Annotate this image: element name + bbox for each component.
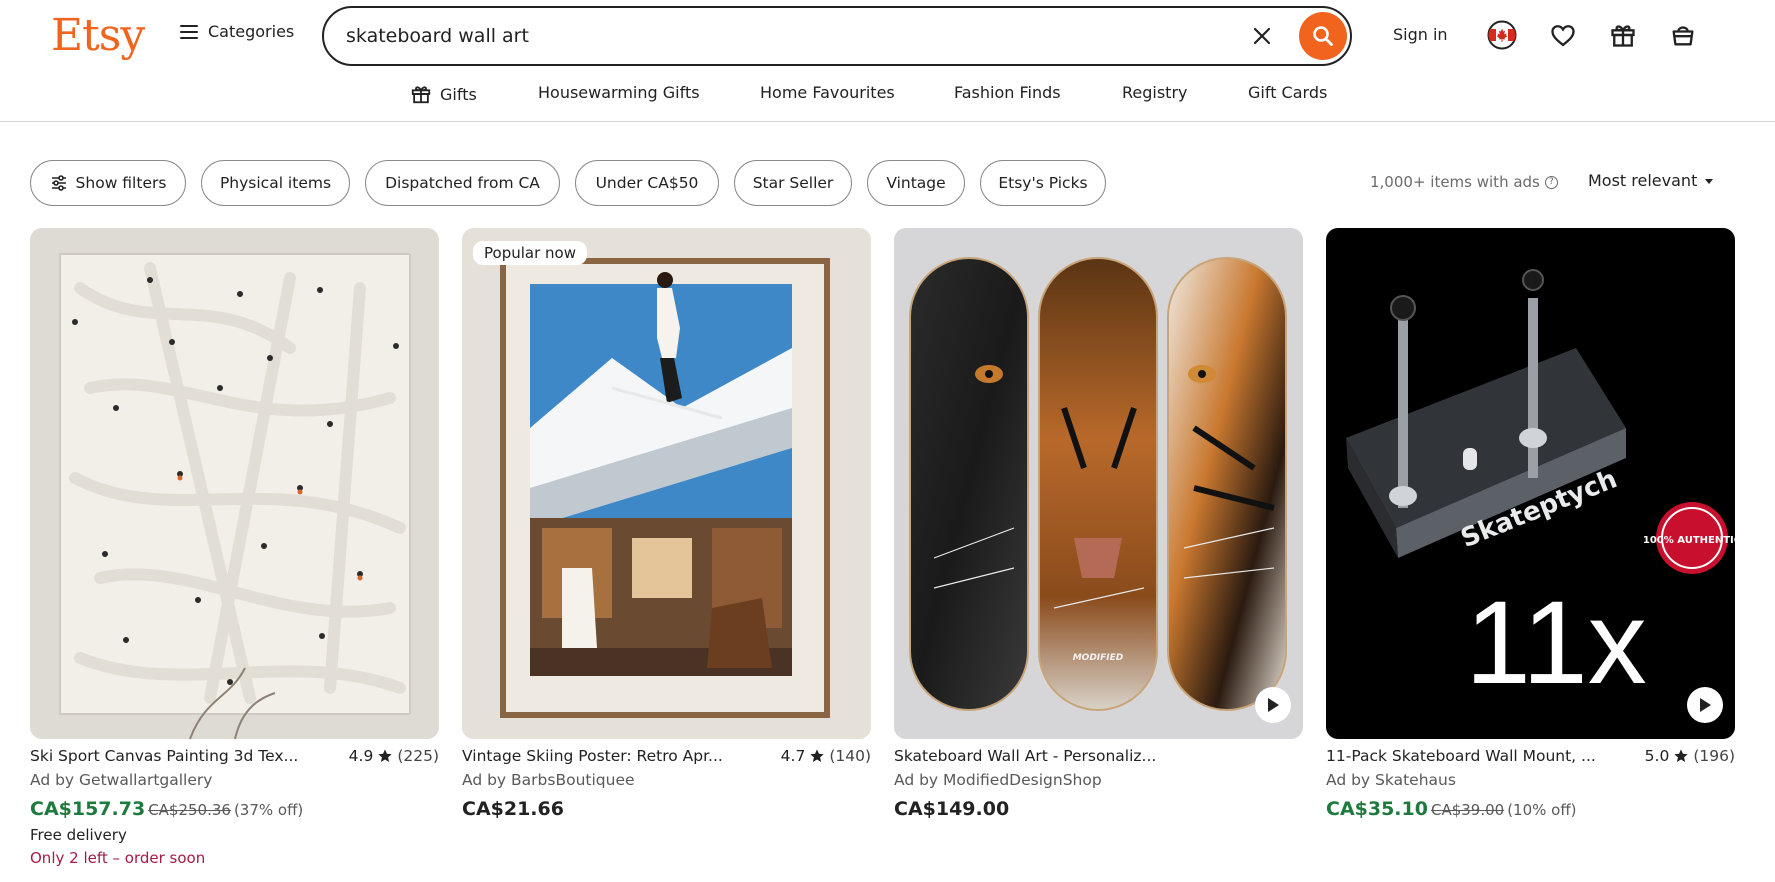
pack-count-text: 11x	[1465, 577, 1647, 709]
rating: 5.0 (196)	[1645, 747, 1735, 765]
ski-poster-image	[462, 228, 871, 739]
original-price: CA$250.36	[148, 801, 231, 819]
filter-chip-vintage[interactable]: Vintage	[867, 160, 965, 206]
shop-name[interactable]: Ad by Skatehaus	[1326, 771, 1735, 789]
price-row: CA$21.66	[462, 798, 871, 820]
price: CA$21.66	[462, 798, 564, 820]
header-divider	[0, 121, 1775, 122]
play-icon	[1268, 698, 1279, 712]
star-icon	[378, 749, 392, 762]
nav-item-housewarming-gifts[interactable]: Housewarming Gifts	[538, 83, 700, 102]
sort-label: Most relevant	[1588, 171, 1698, 190]
categories-button[interactable]: Categories	[180, 22, 294, 41]
rating-value: 5.0	[1644, 747, 1670, 765]
nav-item-fashion-finds[interactable]: Fashion Finds	[954, 83, 1061, 102]
sale-price: CA$157.73	[30, 798, 146, 820]
shop-name[interactable]: Ad by BarbsBoutiquee	[462, 771, 871, 789]
listing-title[interactable]: Skateboard Wall Art - Personaliz...	[894, 747, 1156, 765]
search-input[interactable]	[346, 16, 1226, 56]
listing-card[interactable]: Popular now Vintage Skiing Poster: Retro…	[462, 228, 871, 820]
price-row: CA$35.10 CA$39.00 (10% off)	[1326, 798, 1735, 820]
menu-icon	[180, 24, 198, 39]
listing-title[interactable]: 11-Pack Skateboard Wall Mount, ...	[1326, 747, 1596, 765]
wall-mount-image: Skateptych 11x 100% AUTHENTIC	[1326, 228, 1735, 739]
review-count: (225)	[397, 747, 439, 765]
filter-chip-physical-items[interactable]: Physical items	[201, 160, 350, 206]
heart-icon[interactable]	[1547, 19, 1579, 51]
listing-image[interactable]: Popular now	[462, 228, 871, 739]
results-count: 1,000+ items with ads ?	[1370, 173, 1558, 191]
shop-name[interactable]: Ad by ModifiedDesignShop	[894, 771, 1303, 789]
category-nav: Gifts Housewarming Gifts Home Favourites…	[0, 80, 1775, 106]
price: CA$149.00	[894, 798, 1010, 820]
discount-label: (10% off)	[1507, 801, 1577, 819]
shipping-label: Free delivery	[30, 826, 127, 844]
listing-image[interactable]: MODIFIED	[894, 228, 1303, 739]
help-icon[interactable]: ?	[1544, 175, 1558, 189]
seal-text: 100% AUTHENTIC	[1643, 535, 1735, 546]
play-button[interactable]	[1255, 687, 1291, 723]
review-count: (140)	[829, 747, 871, 765]
rating-value: 4.9	[348, 747, 374, 765]
filter-chip-etsys-picks[interactable]: Etsy's Picks	[980, 160, 1106, 206]
filter-chip-under-ca50[interactable]: Under CA$50	[575, 160, 719, 206]
price-row: CA$149.00	[894, 798, 1303, 820]
show-filters-button[interactable]: Show filters	[30, 160, 186, 206]
discount-label: (37% off)	[233, 801, 304, 819]
shop-name[interactable]: Ad by Getwallartgallery	[30, 771, 439, 789]
popular-now-badge: Popular now	[473, 241, 587, 265]
nav-item-home-favourites[interactable]: Home Favourites	[760, 83, 895, 102]
filter-chip-dispatched-from-ca[interactable]: Dispatched from CA	[365, 160, 560, 206]
search-icon	[1313, 26, 1333, 46]
nav-item-label: Gifts	[440, 84, 477, 104]
original-price: CA$39.00	[1430, 801, 1505, 819]
nav-item-gifts[interactable]: Gifts	[410, 83, 477, 105]
rating: 4.7 (140)	[781, 747, 871, 765]
nav-item-registry[interactable]: Registry	[1122, 83, 1188, 102]
gift-icon[interactable]	[1607, 19, 1639, 51]
sale-price: CA$35.10	[1326, 798, 1428, 820]
price-row: CA$157.73 CA$250.36 (37% off)	[30, 798, 439, 820]
filter-chip-star-seller[interactable]: Star Seller	[734, 160, 852, 206]
sign-in-link[interactable]: Sign in	[1393, 25, 1448, 44]
rating: 4.9 (225)	[349, 747, 439, 765]
play-button[interactable]	[1687, 687, 1723, 723]
star-icon	[810, 749, 824, 762]
caret-down-icon	[1705, 179, 1714, 184]
listing-title[interactable]: Ski Sport Canvas Painting 3d Tex...	[30, 747, 298, 765]
listing-card[interactable]: MODIFIED Skateboard Wall Art - Personali…	[894, 228, 1303, 820]
results-count-label: 1,000+ items with ads	[1370, 173, 1540, 191]
deck-brand-text: MODIFIED	[1073, 653, 1124, 663]
tiger-skateboards-image: MODIFIED	[894, 228, 1303, 739]
listing-title[interactable]: Vintage Skiing Poster: Retro Apr...	[462, 747, 723, 765]
nav-item-gift-cards[interactable]: Gift Cards	[1248, 83, 1327, 102]
categories-label: Categories	[208, 22, 295, 41]
play-icon	[1700, 698, 1711, 712]
show-filters-label: Show filters	[75, 174, 167, 192]
search-button[interactable]	[1299, 12, 1347, 60]
rating-value: 4.7	[780, 747, 806, 765]
search-bar	[322, 6, 1352, 66]
listing-card[interactable]: Ski Sport Canvas Painting 3d Tex... 4.9 …	[30, 228, 439, 867]
sort-dropdown[interactable]: Most relevant	[1588, 171, 1714, 190]
review-count: (196)	[1693, 747, 1735, 765]
close-icon[interactable]	[1250, 24, 1274, 48]
shopping-bag-icon[interactable]	[1667, 19, 1699, 51]
filter-sliders-icon	[51, 175, 66, 191]
stock-warning: Only 2 left – order soon	[30, 849, 206, 867]
canada-flag-icon[interactable]	[1486, 19, 1518, 51]
etsy-logo[interactable]: Etsy	[51, 6, 145, 66]
listing-image[interactable]	[30, 228, 439, 739]
listing-card[interactable]: Skateptych 11x 100% AUTHENTIC 11-Pack Sk…	[1326, 228, 1735, 820]
star-icon	[1674, 749, 1688, 762]
listing-image[interactable]: Skateptych 11x 100% AUTHENTIC	[1326, 228, 1735, 739]
ski-painting-image	[30, 228, 439, 739]
gift-icon	[411, 86, 431, 104]
